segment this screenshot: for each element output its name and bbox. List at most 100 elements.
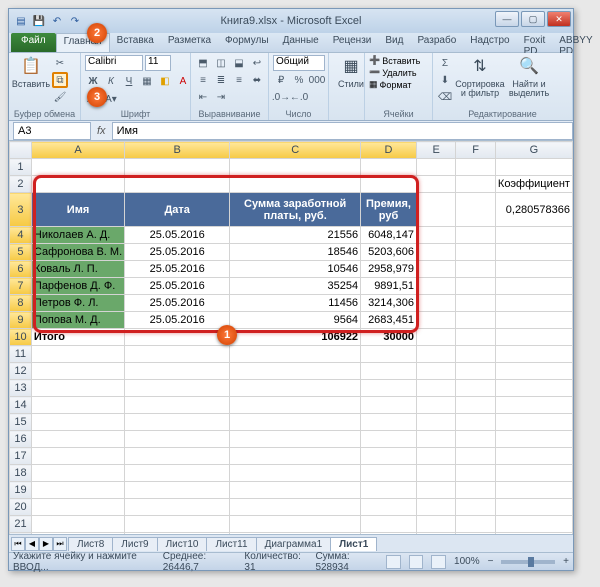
row-header[interactable]: 3 [10, 193, 32, 227]
row-header[interactable]: 18 [10, 465, 32, 482]
number-format-select[interactable]: Общий [273, 55, 325, 71]
koef-value[interactable]: 0,280578366 [495, 193, 572, 227]
col-header-C[interactable]: C [230, 142, 361, 159]
format-cells-button[interactable]: ▦Формат [369, 79, 412, 90]
cell-total-label[interactable]: Итого [31, 329, 124, 346]
row-header[interactable]: 10 [10, 329, 32, 346]
cell-sum[interactable]: 21556 [230, 227, 361, 244]
delete-cells-button[interactable]: ➖Удалить [369, 67, 417, 78]
copy-button[interactable]: ⧉ [52, 72, 68, 88]
fill-icon[interactable]: ⬇ [437, 72, 453, 88]
cut-icon[interactable]: ✂ [52, 55, 68, 71]
select-all-corner[interactable] [10, 142, 32, 159]
row-header[interactable]: 7 [10, 278, 32, 295]
header-sum[interactable]: Сумма заработной платы, руб. [230, 193, 361, 227]
find-select-button[interactable]: 🔍 Найти и выделить [507, 55, 551, 98]
row-header[interactable]: 11 [10, 346, 32, 363]
align-top-icon[interactable]: ⬒ [195, 55, 211, 71]
indent-dec-icon[interactable]: ⇤ [195, 89, 211, 105]
sheet-tab[interactable]: Лист8 [68, 537, 113, 551]
cell-bonus[interactable]: 2683,451 [361, 312, 417, 329]
tab-developer[interactable]: Разрабо [410, 33, 463, 52]
font-size-select[interactable]: 11 [145, 55, 171, 71]
merge-icon[interactable]: ⬌ [249, 72, 265, 88]
close-button[interactable]: ✕ [547, 11, 571, 27]
cell-sum[interactable]: 11456 [230, 295, 361, 312]
cell-bonus[interactable]: 9891,51 [361, 278, 417, 295]
view-normal-button[interactable] [386, 555, 401, 569]
tab-review[interactable]: Рецензи [326, 33, 379, 52]
row-header[interactable]: 15 [10, 414, 32, 431]
view-layout-button[interactable] [409, 555, 424, 569]
inc-decimal-icon[interactable]: .0→ [273, 89, 289, 105]
sheet-nav-first[interactable]: ⏮ [11, 537, 25, 551]
cell-name[interactable]: Парфенов Д. Ф. [31, 278, 124, 295]
cell-sum[interactable]: 35254 [230, 278, 361, 295]
sheet-tab[interactable]: Диаграмма1 [256, 537, 332, 551]
sheet-tab[interactable]: Лист10 [157, 537, 208, 551]
cell-date[interactable]: 25.05.2016 [125, 295, 230, 312]
font-name-select[interactable]: Calibri [85, 55, 143, 71]
sheet-tab[interactable]: Лист9 [112, 537, 157, 551]
row-header[interactable]: 12 [10, 363, 32, 380]
cell-name[interactable]: Николаев А. Д. [31, 227, 124, 244]
cell-sum[interactable]: 18546 [230, 244, 361, 261]
zoom-slider[interactable] [501, 560, 555, 564]
format-painter-icon[interactable]: 🖌 [52, 89, 68, 105]
autosum-icon[interactable]: Σ [437, 55, 453, 71]
row-header[interactable]: 9 [10, 312, 32, 329]
koef-label[interactable]: Коэффициент [495, 176, 572, 193]
cell-name[interactable]: Попова М. Д. [31, 312, 124, 329]
row-header[interactable]: 5 [10, 244, 32, 261]
align-bottom-icon[interactable]: ⬓ [231, 55, 247, 71]
name-box[interactable]: A3 [13, 122, 91, 140]
cell-date[interactable]: 25.05.2016 [125, 261, 230, 278]
row-header[interactable]: 22 [10, 533, 32, 535]
cell-date[interactable]: 25.05.2016 [125, 312, 230, 329]
sheet-scroll[interactable]: A B C D E F G 1 2Коэффициент 3 Имя Дата … [9, 141, 573, 534]
cell-bonus[interactable]: 6048,147 [361, 227, 417, 244]
col-header-A[interactable]: A [31, 142, 124, 159]
tab-addins[interactable]: Надстро [463, 33, 516, 52]
row-header[interactable]: 16 [10, 431, 32, 448]
comma-icon[interactable]: 000 [309, 72, 325, 88]
row-header[interactable]: 19 [10, 482, 32, 499]
tab-view[interactable]: Вид [378, 33, 410, 52]
tab-foxit[interactable]: Foxit PD [517, 33, 553, 52]
cell-date[interactable]: 25.05.2016 [125, 244, 230, 261]
maximize-button[interactable]: ▢ [521, 11, 545, 27]
col-header-E[interactable]: E [416, 142, 455, 159]
header-bonus[interactable]: Премия, руб [361, 193, 417, 227]
paste-button[interactable]: 📋 Вставить [13, 55, 49, 89]
undo-icon[interactable]: ↶ [49, 13, 65, 29]
row-header[interactable]: 6 [10, 261, 32, 278]
sheet-nav-last[interactable]: ⏭ [53, 537, 67, 551]
file-tab[interactable]: Файл [11, 33, 56, 52]
tab-insert[interactable]: Вставка [110, 33, 161, 52]
sheet-nav-prev[interactable]: ◀ [25, 537, 39, 551]
worksheet[interactable]: A B C D E F G 1 2Коэффициент 3 Имя Дата … [9, 141, 573, 534]
redo-icon[interactable]: ↷ [67, 13, 83, 29]
percent-icon[interactable]: % [291, 72, 307, 88]
align-center-icon[interactable]: ≣ [213, 72, 229, 88]
cell-bonus[interactable]: 5203,606 [361, 244, 417, 261]
tab-layout[interactable]: Разметка [161, 33, 218, 52]
italic-button[interactable]: К [103, 73, 119, 89]
row-header[interactable]: 1 [10, 159, 32, 176]
row-header[interactable]: 8 [10, 295, 32, 312]
align-middle-icon[interactable]: ◫ [213, 55, 229, 71]
cell-name[interactable]: Петров Ф. Л. [31, 295, 124, 312]
border-button[interactable]: ▦ [139, 73, 155, 89]
fill-color-button[interactable]: ◧ [157, 73, 173, 89]
indent-inc-icon[interactable]: ⇥ [213, 89, 229, 105]
cell-bonus[interactable]: 2958,979 [361, 261, 417, 278]
row-header[interactable]: 14 [10, 397, 32, 414]
col-header-F[interactable]: F [456, 142, 495, 159]
cell-total-sum[interactable]: 106922 [230, 329, 361, 346]
save-icon[interactable]: 💾 [31, 13, 47, 29]
row-header[interactable]: 2 [10, 176, 32, 193]
row-header[interactable]: 4 [10, 227, 32, 244]
zoom-out-button[interactable]: − [488, 556, 494, 567]
cell-sum[interactable]: 10546 [230, 261, 361, 278]
sheet-tab-active[interactable]: Лист1 [330, 537, 377, 551]
